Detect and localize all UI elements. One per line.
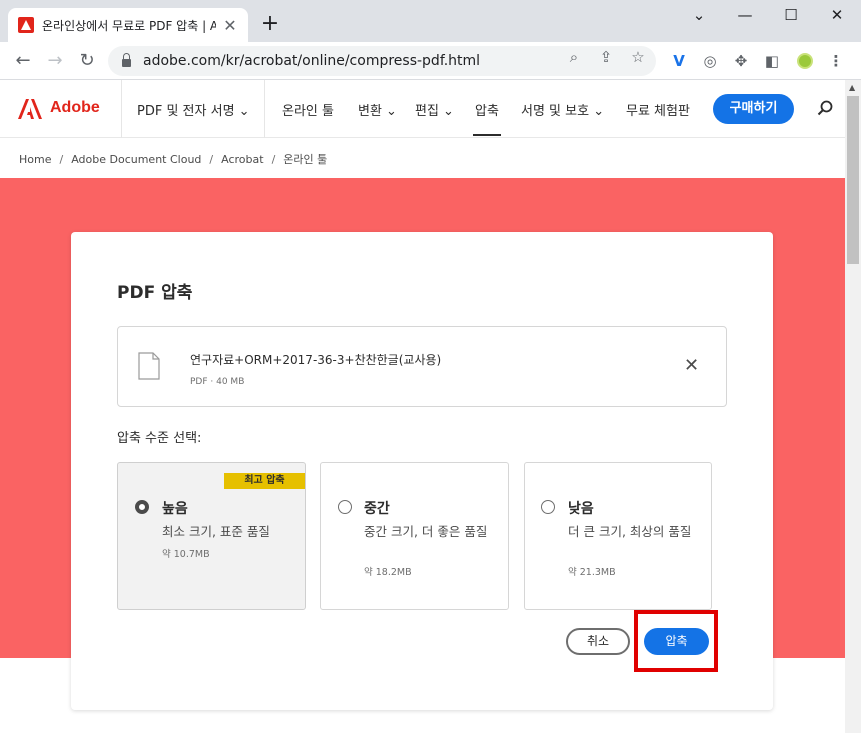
highlight-annotation	[634, 610, 718, 672]
nav-online-tools[interactable]: 온라인 툴	[282, 100, 334, 119]
minimize-button[interactable]: —	[730, 4, 760, 26]
browser-tab[interactable]: 온라인상에서 무료로 PDF 압축 | Adobe ✕	[8, 8, 248, 42]
nav-convert[interactable]: 변환 ⌄	[358, 100, 397, 119]
file-document-icon	[138, 352, 160, 380]
breadcrumb-separator: /	[271, 153, 276, 166]
option-high-size: 약 10.7MB	[162, 549, 210, 560]
nav-pdf-esign[interactable]: PDF 및 전자 서명 ⌄	[137, 100, 250, 119]
nav-divider	[264, 80, 265, 138]
adobe-logo-icon[interactable]	[18, 99, 42, 119]
close-window-button[interactable]: ✕	[822, 4, 852, 26]
card-title: PDF 압축	[117, 283, 193, 303]
file-name: 연구자료+ORM+2017-36-3+찬찬한글(교사용)	[190, 353, 442, 367]
share-icon[interactable]: ⇪	[597, 48, 615, 66]
profile-avatar[interactable]	[795, 51, 815, 71]
tab-title: 온라인상에서 무료로 PDF 압축 | Adobe	[42, 18, 216, 33]
scroll-up-arrow-icon[interactable]: ▲	[849, 83, 855, 92]
nav-sign-protect[interactable]: 서명 및 보호 ⌄	[521, 100, 604, 119]
option-low-title: 낮음	[568, 501, 594, 517]
side-panel-icon[interactable]: ◧	[762, 51, 782, 71]
option-high-title: 높음	[162, 501, 188, 517]
nav-compress[interactable]: 압축	[475, 100, 499, 119]
bookmark-star-icon[interactable]: ☆	[629, 48, 647, 66]
breadcrumb-home[interactable]: Home	[19, 153, 51, 166]
option-low-size: 약 21.3MB	[568, 567, 616, 578]
buy-button[interactable]: 구매하기	[713, 94, 794, 124]
option-low-desc: 더 큰 크기, 최상의 품질	[568, 524, 692, 539]
nav-divider	[121, 80, 122, 138]
tab-search-icon[interactable]: ⌄	[684, 4, 714, 26]
breadcrumb-separator: /	[59, 153, 64, 166]
radio-high[interactable]	[135, 500, 149, 514]
url-text[interactable]: adobe.com/kr/acrobat/online/compress-pdf…	[143, 53, 480, 69]
breadcrumb: Home / Adobe Document Cloud / Acrobat / 온라인 툴	[19, 151, 327, 167]
maximize-button[interactable]: ☐	[776, 4, 806, 26]
nav-edit[interactable]: 편집 ⌄	[415, 100, 454, 119]
zoom-icon[interactable]: ⌕	[565, 48, 583, 66]
adobe-favicon-icon	[18, 17, 34, 33]
lock-icon	[122, 53, 131, 67]
file-meta: PDF · 40 MB	[190, 377, 245, 387]
nav-free-trial[interactable]: 무료 체험판	[626, 100, 690, 119]
extension-v-icon[interactable]: V	[669, 51, 689, 71]
option-high-desc: 최소 크기, 표준 품질	[162, 524, 270, 539]
breadcrumb-document-cloud[interactable]: Adobe Document Cloud	[71, 153, 201, 166]
option-medium-size: 약 18.2MB	[364, 567, 412, 578]
compression-level-label: 압축 수준 선택:	[117, 431, 202, 446]
forward-arrow-icon[interactable]: →	[44, 50, 66, 72]
extensions-puzzle-icon[interactable]: ✥	[731, 51, 751, 71]
tab-close-icon[interactable]: ✕	[222, 16, 238, 35]
breadcrumb-current: 온라인 툴	[283, 153, 328, 166]
radio-low[interactable]	[541, 500, 555, 514]
option-medium-title: 중간	[364, 501, 390, 517]
remove-file-icon[interactable]: ✕	[684, 356, 699, 376]
mouse-extension-icon[interactable]: ◎	[700, 51, 720, 71]
nav-active-indicator	[473, 134, 501, 136]
radio-medium[interactable]	[338, 500, 352, 514]
browser-menu-icon[interactable]: ⋮	[826, 51, 846, 71]
adobe-logo-text[interactable]: Adobe	[50, 99, 100, 117]
scrollbar-thumb[interactable]	[847, 96, 859, 264]
best-compression-badge: 최고 압축	[224, 473, 305, 489]
adobe-header: Adobe PDF 및 전자 서명 ⌄ 온라인 툴 변환 ⌄ 편집 ⌄ 압축 서…	[0, 80, 845, 138]
option-medium-desc: 중간 크기, 더 좋은 품질	[364, 524, 488, 539]
breadcrumb-separator: /	[209, 153, 214, 166]
cancel-button[interactable]: 취소	[566, 628, 630, 655]
back-arrow-icon[interactable]: ←	[12, 50, 34, 72]
new-tab-button[interactable]: +	[258, 12, 282, 36]
search-icon[interactable]	[817, 100, 833, 116]
reload-icon[interactable]: ↻	[76, 50, 98, 72]
breadcrumb-acrobat[interactable]: Acrobat	[221, 153, 263, 166]
browser-toolbar: ← → ↻ adobe.com/kr/acrobat/online/compre…	[0, 42, 861, 80]
browser-tabstrip: 온라인상에서 무료로 PDF 압축 | Adobe ✕ + ⌄ — ☐ ✕	[0, 0, 861, 42]
